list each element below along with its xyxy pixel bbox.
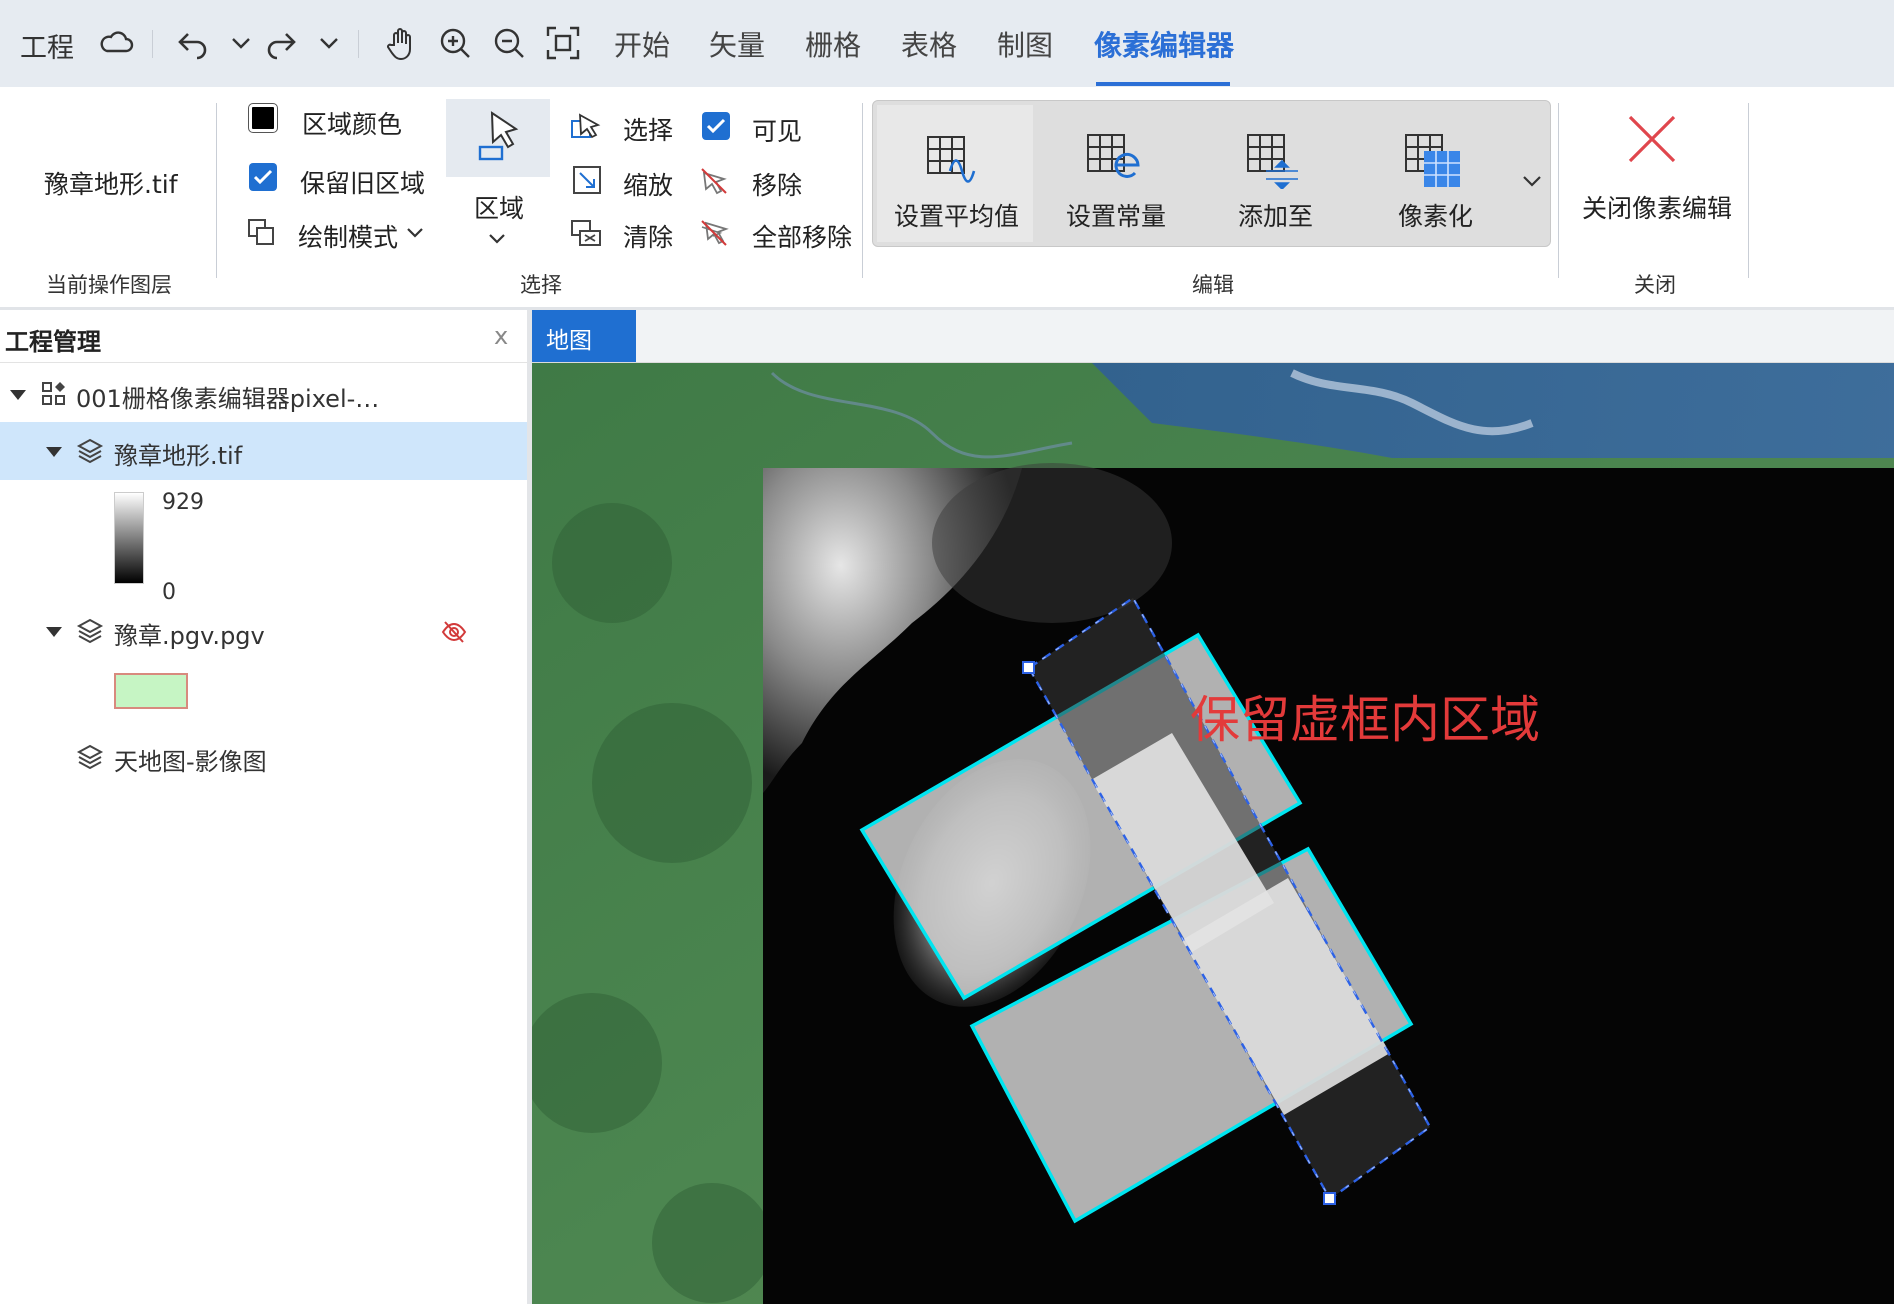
panel-title: 工程管理 [5,328,101,356]
project-icon [40,380,68,408]
project-manager-panel: 工程管理 x 001栅格像素编辑器pixel-… 豫章地形.tif 929 0 … [0,310,535,1304]
visible-label: 可见 [752,117,803,146]
zoom-to-region-label[interactable]: 缩放 [623,166,673,202]
resize-handle-top-left [1022,661,1035,674]
set-mean-icon[interactable] [924,133,980,185]
region-button-label[interactable]: 区域 [474,189,524,225]
group-label-current-layer: 当前操作图层 [46,273,172,297]
add-to-icon[interactable] [1244,131,1304,189]
tab-cartography[interactable]: 制图 [997,24,1053,64]
group-label-edit: 编辑 [1192,273,1234,297]
redo-dropdown-icon[interactable] [310,24,338,62]
region-color-swatch[interactable] [248,103,278,133]
current-layer-name[interactable]: 豫章地形.tif [44,165,178,201]
set-constant-label[interactable]: 设置常量 [1066,197,1166,233]
tab-pixel-editor[interactable]: 像素编辑器 [1094,24,1234,64]
select-tool-label[interactable]: 选择 [623,111,673,147]
collapse-arrow-icon[interactable] [46,447,62,457]
layer-name: 豫章地形.tif [114,442,243,470]
set-constant-icon[interactable] [1084,131,1144,187]
region-dropdown-icon[interactable] [486,227,508,249]
full-extent-icon[interactable] [544,24,582,62]
resize-handle-bottom-right [1323,1192,1336,1205]
collapse-arrow-icon[interactable] [46,627,62,637]
active-tab-indicator [1096,82,1230,86]
draw-mode-label[interactable]: 绘制模式 [298,218,398,254]
layers-icon [76,617,104,645]
remove-region-icon[interactable] [698,165,730,197]
keep-old-region-checkbox[interactable] [249,163,277,191]
close-editor-label[interactable]: 关闭像素编辑 [1582,189,1732,225]
pan-hand-icon[interactable] [382,24,420,62]
map-annotation-text: 保留虚框内区域 [1190,691,1540,749]
add-to-label[interactable]: 添加至 [1238,197,1313,233]
tab-table[interactable]: 表格 [901,24,957,64]
set-mean-label[interactable]: 设置平均值 [894,197,1019,233]
pixelize-label[interactable]: 像素化 [1398,197,1473,233]
project-menu[interactable]: 工程 [20,26,74,65]
tree-row-project[interactable]: 001栅格像素编辑器pixel-… [0,365,527,423]
clear-region-icon[interactable] [570,217,602,249]
tab-start[interactable]: 开始 [614,24,670,64]
remove-all-regions-icon[interactable] [698,217,730,249]
clear-region-label[interactable]: 清除 [623,218,673,254]
draw-mode-icon[interactable] [246,217,278,249]
keep-old-region-label: 保留旧区域 [300,169,426,198]
tab-vector[interactable]: 矢量 [709,24,765,64]
layers-icon [76,437,104,465]
project-name: 001栅格像素编辑器pixel-… [76,385,380,413]
zoom-in-icon[interactable] [436,24,474,62]
select-tool-icon[interactable] [570,111,602,143]
tree-row-layer-pgv[interactable]: 豫章.pgv.pgv [0,602,527,660]
panel-close-button[interactable]: x [494,322,508,350]
map-canvas[interactable] [532,363,1894,1304]
map-rendering[interactable] [532,363,1894,1304]
pgv-legend-swatch [114,673,188,709]
remove-all-regions-label[interactable]: 全部移除 [752,218,852,254]
group-label-close: 关闭 [1634,273,1676,297]
tree-row-layer-basemap[interactable]: 天地图-影像图 [0,728,527,786]
layers-icon [76,743,104,771]
legend-max-value: 929 [162,490,204,515]
layer-name: 天地图-影像图 [114,748,267,776]
tab-raster[interactable]: 栅格 [805,24,861,64]
zoom-out-icon[interactable] [490,24,528,62]
map-tab-label: 地图 [546,328,592,354]
region-color-label: 区域颜色 [302,110,403,139]
redo-icon[interactable] [262,24,300,62]
cloud-icon[interactable] [97,24,135,62]
ribbon: 豫章地形.tif 当前操作图层 区域颜色 保留旧区域 绘制模式 区域 选择 缩放… [0,87,1894,310]
layer-name: 豫章.pgv.pgv [114,622,265,650]
pixelize-icon[interactable] [1402,131,1464,189]
panel-header: 工程管理 x [0,310,527,363]
remove-region-label[interactable]: 移除 [752,166,802,202]
raster-legend-gradient [114,492,144,584]
collapse-arrow-icon[interactable] [10,390,26,400]
visible-checkbox[interactable] [702,112,730,140]
zoom-to-region-icon[interactable] [572,165,602,195]
tree-row-layer-terrain[interactable]: 豫章地形.tif [0,422,527,480]
close-editor-icon[interactable] [1626,113,1678,165]
undo-dropdown-icon[interactable] [222,24,250,62]
draw-mode-dropdown-icon[interactable] [404,221,426,243]
visibility-off-icon[interactable] [440,618,468,646]
map-tab-bar: 地图 [532,310,1894,363]
tab-map[interactable]: 地图 [532,310,636,362]
undo-icon[interactable] [174,24,212,62]
group-label-select: 选择 [520,273,562,297]
edit-more-dropdown-icon[interactable] [1520,169,1544,193]
menu-bar: 工程 开始 矢量 栅格 表格 制图 像素编辑器 [0,0,1894,87]
region-select-icon[interactable] [478,109,522,161]
